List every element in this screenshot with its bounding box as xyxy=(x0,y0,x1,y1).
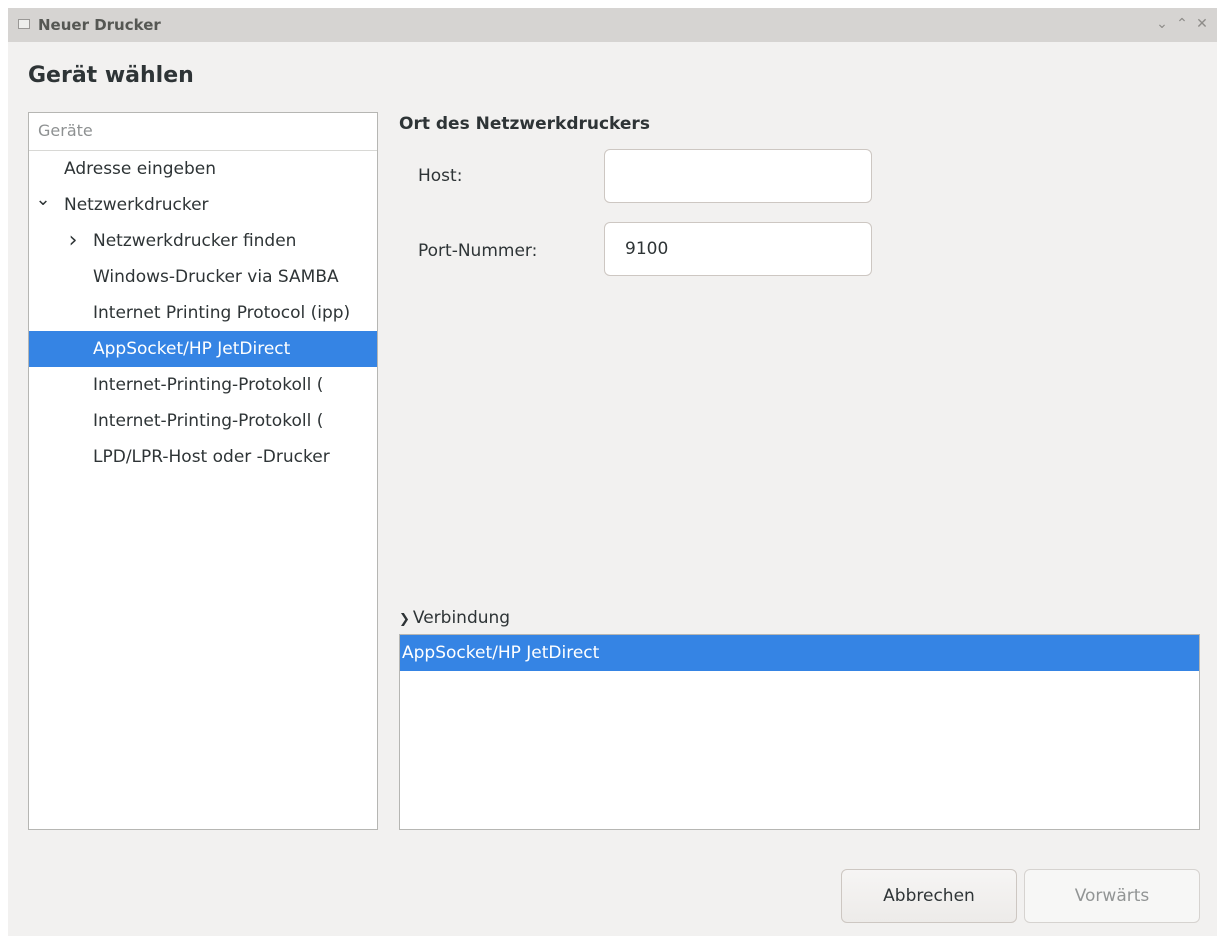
device-list-item[interactable]: ⌄ Netzwerkdrucker xyxy=(29,187,377,223)
port-label: Port-Nummer: xyxy=(418,241,538,261)
chevron-down-icon[interactable]: ⌄ xyxy=(34,187,52,213)
chevron-down-icon: ❯ xyxy=(399,612,410,627)
device-list-item[interactable]: Internet-Printing-Protokoll ( xyxy=(29,367,377,403)
device-list-item[interactable]: Internet Printing Protocol (ipp) xyxy=(29,295,377,331)
network-printer-section-title: Ort des Netzwerkdruckers xyxy=(399,114,650,134)
device-list[interactable]: Geräte Adresse eingeben ⌄ Netzwerkdrucker ›… xyxy=(28,112,378,830)
host-label: Host: xyxy=(418,166,463,186)
device-list-item[interactable]: › Netzwerkdrucker finden xyxy=(29,223,377,259)
device-list-header[interactable]: Geräte xyxy=(29,113,377,151)
printer-icon xyxy=(18,19,30,29)
minimize-icon[interactable]: ⌄ xyxy=(1155,14,1169,34)
device-list-item-label: LPD/LPR-Host oder -Drucker xyxy=(93,447,330,467)
new-printer-window: Neuer Drucker ⌄ ⌃ ✕ Gerät wählen Geräte … xyxy=(8,8,1217,936)
window-title: Neuer Drucker xyxy=(38,16,161,34)
connection-expander-label: Verbindung xyxy=(412,608,511,628)
device-list-item-label: Netzwerkdrucker finden xyxy=(93,231,297,251)
maximize-icon[interactable]: ⌃ xyxy=(1175,14,1189,34)
device-list-item-label: Windows-Drucker via SAMBA xyxy=(93,267,339,287)
connection-expander[interactable]: ❯ Verbindung xyxy=(399,608,510,628)
device-list-item-label: Internet-Printing-Protokoll ( xyxy=(93,411,324,431)
device-list-item-label: Adresse eingeben xyxy=(64,159,217,179)
device-list-item[interactable]: Windows-Drucker via SAMBA xyxy=(29,259,377,295)
cancel-button[interactable]: Abbrechen xyxy=(841,869,1017,923)
device-list-item[interactable]: AppSocket/HP JetDirect xyxy=(29,331,377,367)
device-list-item[interactable]: Adresse eingeben xyxy=(29,151,377,187)
device-list-item-label: Internet-Printing-Protokoll ( xyxy=(93,375,324,395)
device-list-item[interactable]: LPD/LPR-Host oder -Drucker xyxy=(29,439,377,475)
connection-list[interactable]: AppSocket/HP JetDirect xyxy=(399,634,1200,830)
device-list-item[interactable]: Internet-Printing-Protokoll ( xyxy=(29,403,377,439)
close-icon[interactable]: ✕ xyxy=(1195,14,1209,34)
window-controls: ⌄ ⌃ ✕ xyxy=(1155,14,1209,34)
chevron-right-icon[interactable]: › xyxy=(64,223,82,259)
device-list-item-label: AppSocket/HP JetDirect xyxy=(93,339,291,359)
connection-list-item[interactable]: AppSocket/HP JetDirect xyxy=(400,635,1199,671)
device-list-item-label: Netzwerkdrucker xyxy=(64,195,209,215)
forward-button[interactable]: Vorwärts xyxy=(1024,869,1200,923)
port-input[interactable] xyxy=(604,222,872,276)
host-input[interactable] xyxy=(604,149,872,203)
title-bar[interactable]: Neuer Drucker ⌄ ⌃ ✕ xyxy=(8,8,1217,42)
device-list-item-label: Internet Printing Protocol (ipp) xyxy=(93,303,351,323)
page-title: Gerät wählen xyxy=(28,63,194,88)
